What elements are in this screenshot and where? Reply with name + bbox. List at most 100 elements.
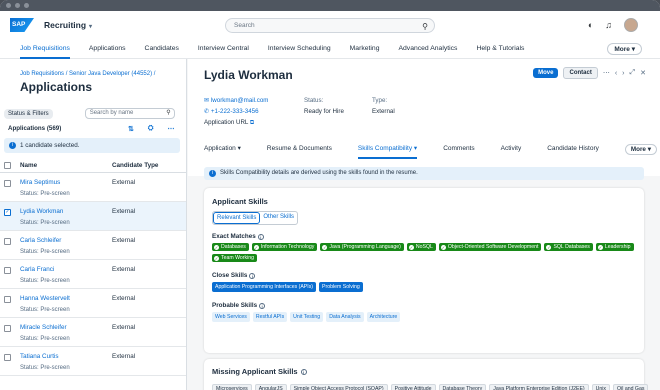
nav-advanced-analytics[interactable]: Advanced Analytics (398, 39, 457, 59)
name-search-input[interactable]: Search by name ⚲ (84, 108, 175, 119)
tab-skills-compatibility[interactable]: Skills Compatibility ▾ (357, 139, 418, 159)
relevant-skills-toggle[interactable]: Relevant Skills (213, 212, 261, 224)
nav-marketing[interactable]: Marketing (350, 39, 380, 59)
avatar[interactable] (624, 18, 638, 32)
copy-icon[interactable]: ⧉ (250, 119, 254, 126)
tab-activity[interactable]: Activity (501, 139, 522, 159)
missing-skill-chip[interactable]: Oil and Gas (613, 384, 649, 390)
missing-skill-chip[interactable]: Microservices (212, 384, 252, 390)
close-skill-chip[interactable]: Problem Solving (319, 282, 363, 292)
row-checkbox[interactable] (4, 267, 11, 274)
probable-skill-chip[interactable]: Restful APIs (252, 312, 288, 322)
probable-skill-chip[interactable]: Architecture (366, 312, 401, 322)
exact-match-chip[interactable]: ✓ Java (Programming Language) (320, 243, 404, 251)
tabs-more-button[interactable]: More ▾ (624, 143, 657, 155)
row-checkbox[interactable] (4, 296, 11, 303)
nav-interview-central[interactable]: Interview Central (198, 39, 249, 59)
candidate-name-link[interactable]: Carla Schleifer (20, 237, 70, 244)
table-row[interactable]: ✓ Lydia Workman Status: Pre-screen External (0, 202, 186, 231)
nav-job-requisitions[interactable]: Job Requisitions (20, 39, 70, 59)
group-icon[interactable]: ⛭ (148, 125, 154, 133)
search-icon[interactable]: ⚲ (422, 20, 428, 33)
missing-skill-chip[interactable]: AngularJS (254, 384, 287, 390)
info-icon[interactable]: i (259, 302, 266, 309)
next-icon[interactable]: › (622, 70, 624, 77)
sort-icon[interactable]: ⇅ (128, 125, 134, 133)
probable-skill-chip[interactable]: Data Analysis (326, 312, 364, 322)
move-button[interactable]: Move (533, 68, 559, 78)
table-row[interactable]: Hanna Westervelt Status: Pre-screen Extern… (0, 289, 186, 318)
overflow-icon[interactable]: ⋯ (603, 69, 610, 77)
missing-skill-chip[interactable]: Simple Object Access Protocol (SOAP) (289, 384, 388, 390)
bell-icon[interactable]: ♫ (605, 20, 612, 30)
candidate-name-link[interactable]: Mira Septimus (20, 179, 70, 186)
close-icon[interactable]: ✕ (640, 69, 646, 77)
tab-application[interactable]: Application ▾ (204, 139, 241, 159)
exact-match-chip-label: Team Working (221, 255, 255, 261)
phone-link[interactable]: +1-222-333-3456 (211, 108, 259, 115)
table-row[interactable]: Carla Schleifer Status: Pre-screen Externa… (0, 231, 186, 260)
row-checkbox[interactable] (4, 354, 11, 361)
search-input[interactable]: Search ⚲ (225, 18, 435, 33)
missing-skill-chip[interactable]: Unix (591, 384, 611, 390)
window-dot-icon[interactable] (24, 3, 29, 8)
candidate-cell: Lydia Workman Status: Pre-screen (20, 208, 70, 226)
candidate-name-link[interactable]: Hanna Westervelt (20, 295, 70, 302)
exact-match-chip[interactable]: ✓ Object-Oriented Software Development (438, 243, 542, 251)
missing-skill-chip[interactable]: Database Theory (438, 384, 487, 390)
row-checkbox[interactable] (4, 325, 11, 332)
column-candidate-type[interactable]: Candidate Type (112, 162, 158, 169)
exact-match-chip[interactable]: ✓ NoSQL (406, 243, 436, 251)
close-skill-chip[interactable]: Application Programming Interfaces (APIs… (212, 282, 317, 292)
candidate-name-link[interactable]: Carla Franci (20, 266, 70, 273)
missing-skill-chip[interactable]: Java Platform Enterprise Edition (J2EE) (489, 384, 589, 390)
tab-comments[interactable]: Comments (443, 139, 474, 159)
sap-logo[interactable]: SAP (10, 18, 34, 32)
candidate-name-link[interactable]: Tatiana Curtis (20, 353, 70, 360)
row-checkbox[interactable]: ✓ (4, 209, 11, 216)
info-icon[interactable]: i (249, 272, 256, 279)
nav-applications[interactable]: Applications (89, 39, 126, 59)
candidate-name-link[interactable]: Lydia Workman (20, 208, 70, 215)
nav-interview-scheduling[interactable]: Interview Scheduling (268, 39, 331, 59)
column-name[interactable]: Name (20, 162, 37, 169)
row-checkbox[interactable] (4, 238, 11, 245)
probable-skill-chip[interactable]: Web Services (212, 312, 250, 322)
email-link[interactable]: lworkman@mail.com (211, 97, 269, 104)
exact-match-chip[interactable]: ✓ Team Working (212, 254, 258, 262)
info-icon[interactable]: i (300, 368, 307, 375)
tab-resume-documents[interactable]: Resume & Documents (267, 139, 332, 159)
fullscreen-icon[interactable]: ⤢ (630, 69, 636, 77)
exact-match-chip[interactable]: ✓ Information Technology (251, 243, 318, 251)
exact-match-chip[interactable]: ✓ Leadership (595, 243, 634, 251)
probable-skill-chip[interactable]: Unit Testing (290, 312, 324, 322)
overflow-icon[interactable]: ⋯ (167, 125, 174, 133)
candidate-type: External (112, 324, 136, 331)
nav-more-button[interactable]: More ▾ (607, 43, 642, 55)
exact-match-chip[interactable]: ✓ Databases (212, 243, 249, 251)
table-row[interactable]: Miracle Schleifer Status: Pre-screen Exter… (0, 318, 186, 347)
exact-match-chip[interactable]: ✓ SQL Databases (544, 243, 593, 251)
app-switcher[interactable]: Recruiting ▾ (44, 20, 92, 30)
copilot-icon[interactable]: ◐ (588, 20, 593, 30)
candidate-name-link[interactable]: Miracle Schleifer (20, 324, 70, 331)
selection-info-text: 1 candidate selected. (20, 142, 80, 149)
window-dot-icon[interactable] (6, 3, 11, 8)
table-row[interactable]: Mira Septimus Status: Pre-screen External (0, 173, 186, 202)
table-row[interactable]: Tatiana Curtis Status: Pre-screen External (0, 347, 186, 376)
breadcrumb[interactable]: Job Requisitions / Senior Java Developer… (20, 71, 186, 77)
window-dot-icon[interactable] (15, 3, 20, 8)
contact-button[interactable]: Contact (563, 67, 598, 79)
status-filters-button[interactable]: Status & Filters (4, 108, 53, 119)
nav-help-tutorials[interactable]: Help & Tutorials (476, 39, 524, 59)
missing-skill-chip[interactable]: Positive Attitude (390, 384, 436, 390)
previous-icon[interactable]: ‹ (615, 70, 617, 77)
candidate-rows: Mira Septimus Status: Pre-screen External ✓… (0, 173, 186, 376)
other-skills-toggle[interactable]: Other Skills (260, 212, 297, 224)
info-icon[interactable]: i (257, 233, 264, 240)
select-all-checkbox[interactable] (4, 162, 11, 169)
row-checkbox[interactable] (4, 180, 11, 187)
nav-candidates[interactable]: Candidates (145, 39, 179, 59)
table-row[interactable]: Carla Franci Status: Pre-screen External (0, 260, 186, 289)
tab-candidate-history[interactable]: Candidate History (547, 139, 599, 159)
